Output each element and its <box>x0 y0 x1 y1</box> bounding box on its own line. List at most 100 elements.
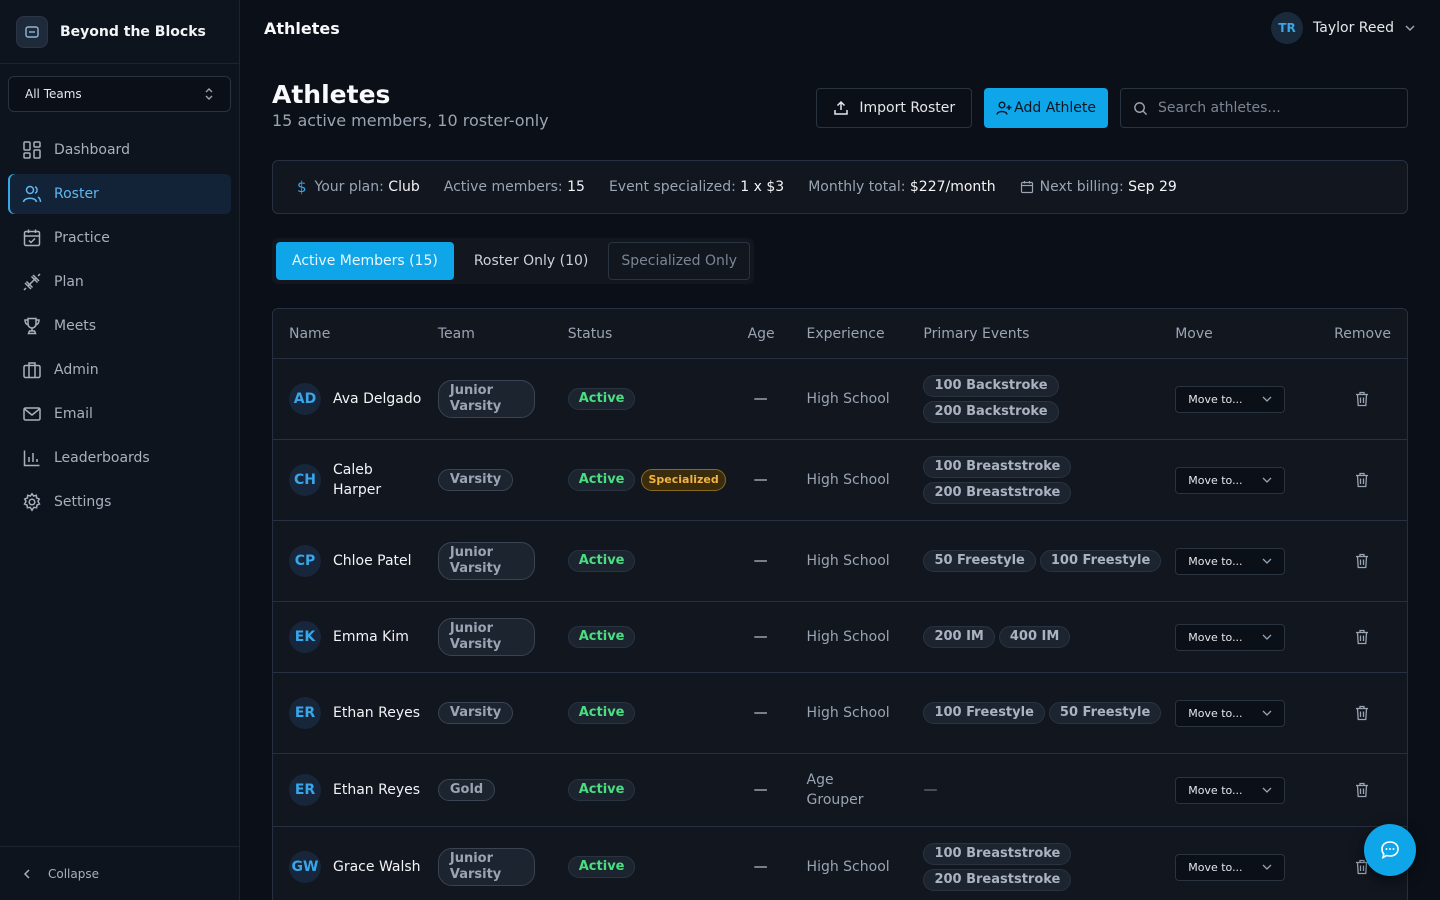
sidebar-item-label: Dashboard <box>54 142 130 158</box>
plan-label: Your plan: <box>314 179 384 195</box>
team-badge: Junior Varsity <box>437 542 535 580</box>
logo-icon <box>16 15 48 48</box>
trash-icon[interactable] <box>1355 705 1369 721</box>
header-status[interactable]: Status <box>568 326 748 342</box>
sidebar-item-settings[interactable]: Settings <box>8 482 231 522</box>
add-athlete-button[interactable]: Add Athlete <box>984 88 1108 128</box>
experience-value: High School <box>806 629 890 645</box>
plan-summary: $ Your plan: Club Active members: 15 Eve… <box>272 160 1408 214</box>
move-to-select[interactable]: Move to... <box>1175 547 1286 575</box>
table-row[interactable]: EK Emma Kim Junior Varsity Active — High… <box>273 602 1407 673</box>
member-tabs: Active Members (15) Roster Only (10) Spe… <box>272 238 755 284</box>
trophy-icon <box>24 317 40 335</box>
athlete-cell: CH Caleb Harper <box>273 460 438 500</box>
sidebar-item-meets[interactable]: Meets <box>8 306 231 346</box>
trash-icon[interactable] <box>1355 629 1369 645</box>
sidebar-item-leaderboards[interactable]: Leaderboards <box>8 438 231 478</box>
trash-icon[interactable] <box>1355 553 1369 569</box>
move-to-label: Move to... <box>1188 706 1243 720</box>
header-primary-events: Primary Events <box>923 325 1030 342</box>
chat-button[interactable] <box>1364 824 1416 876</box>
tab-roster-only[interactable]: Roster Only (10) <box>458 242 605 280</box>
move-to-select[interactable]: Move to... <box>1175 699 1286 727</box>
tab-active-members[interactable]: Active Members (15) <box>276 242 454 280</box>
sidebar-item-admin[interactable]: Admin <box>8 350 231 390</box>
table-row[interactable]: ER Ethan Reyes Varsity Active — High Sch… <box>273 673 1407 754</box>
sidebar-item-dashboard[interactable]: Dashboard <box>8 130 231 170</box>
sidebar-item-label: Meets <box>54 318 97 334</box>
collapse-button[interactable]: Collapse <box>0 846 239 900</box>
specialized-badge: Specialized <box>641 469 726 491</box>
age-value: — <box>753 859 768 875</box>
import-roster-button[interactable]: Import Roster <box>816 88 973 128</box>
move-to-select[interactable]: Move to... <box>1175 385 1286 413</box>
status-badge: Active <box>567 856 636 878</box>
chevron-down-icon <box>1262 710 1272 716</box>
team-badge: Gold <box>437 779 496 801</box>
sidebar-item-label: Roster <box>54 186 99 202</box>
topbar: Athletes TR Taylor Reed <box>240 0 1440 56</box>
event-chip: 100 Freestyle <box>1039 550 1162 572</box>
table-row[interactable]: ER Ethan Reyes Gold Active — Age Grouper… <box>273 754 1407 827</box>
move-to-select[interactable]: Move to... <box>1175 623 1286 651</box>
table-row[interactable]: CP Chloe Patel Junior Varsity Active — H… <box>273 521 1407 602</box>
athlete-name[interactable]: Grace Walsh <box>333 857 421 877</box>
brand[interactable]: Beyond the Blocks <box>0 0 239 64</box>
sidebar-item-roster[interactable]: Roster <box>8 174 231 214</box>
next-billing-value: Sep 29 <box>1128 179 1177 195</box>
age-value: — <box>753 472 768 488</box>
search-input[interactable]: Search athletes... <box>1120 88 1408 128</box>
sidebar-item-practice[interactable]: Practice <box>8 218 231 258</box>
page-actions: Import Roster Add Athlete Search athlete… <box>816 88 1408 128</box>
table-row[interactable]: GW Grace Walsh Junior Varsity Active — H… <box>273 827 1407 900</box>
move-to-select[interactable]: Move to... <box>1175 466 1286 494</box>
app-name: Beyond the Blocks <box>60 23 206 40</box>
plan-item-active: Active members: 15 <box>444 179 585 195</box>
athlete-name[interactable]: Ethan Reyes <box>333 780 420 800</box>
header-team[interactable]: Team <box>438 326 568 342</box>
athlete-name[interactable]: Ethan Reyes <box>333 703 420 723</box>
user-name: Taylor Reed <box>1313 20 1394 36</box>
move-to-select[interactable]: Move to... <box>1175 853 1286 881</box>
athlete-name[interactable]: Ava Delgado <box>333 389 421 409</box>
status-badge: Active <box>567 702 636 724</box>
sidebar-item-label: Leaderboards <box>54 450 150 466</box>
experience-value: High School <box>806 705 890 721</box>
experience-value: High School <box>806 391 890 407</box>
athlete-name[interactable]: Caleb Harper <box>333 460 403 500</box>
header-age[interactable]: Age <box>748 326 807 342</box>
events-cell: 100 Backstroke 200 Backstroke <box>923 375 1175 423</box>
sidebar-item-email[interactable]: Email <box>8 394 231 434</box>
trash-icon[interactable] <box>1355 782 1369 798</box>
user-menu[interactable]: TR Taylor Reed <box>1271 12 1416 44</box>
event-chip: 200 IM <box>923 626 995 648</box>
status-badge: Active <box>567 388 636 410</box>
team-select[interactable]: All Teams <box>8 76 231 112</box>
athlete-name[interactable]: Chloe Patel <box>333 551 412 571</box>
header-experience[interactable]: Experience <box>807 326 924 342</box>
event-chip: 100 Breaststroke <box>923 843 1072 865</box>
status-badge: Active <box>567 550 636 572</box>
trash-icon[interactable] <box>1355 391 1369 407</box>
event-chip: 400 IM <box>998 626 1071 648</box>
sidebar-item-label: Settings <box>54 494 112 510</box>
team-badge: Junior Varsity <box>437 380 535 418</box>
dashboard-icon <box>23 141 41 159</box>
dumbbell-icon <box>23 273 41 291</box>
move-to-select[interactable]: Move to... <box>1175 776 1286 804</box>
active-members-label: Active members: <box>443 179 563 195</box>
header-name[interactable]: Name <box>273 326 438 342</box>
header-move: Move <box>1175 325 1213 342</box>
table-row[interactable]: AD Ava Delgado Junior Varsity Active — H… <box>273 359 1407 440</box>
event-chip: 200 Breaststroke <box>923 869 1072 891</box>
sidebar-item-plan[interactable]: Plan <box>8 262 231 302</box>
chevron-down-icon <box>1262 558 1272 564</box>
athlete-name[interactable]: Emma Kim <box>333 627 409 647</box>
monthly-total-label: Monthly total: <box>808 179 906 195</box>
plan-item-billing: Next billing: Sep 29 <box>1020 179 1177 195</box>
status-badge: Active <box>567 779 636 801</box>
event-chip: 200 Backstroke <box>923 401 1059 423</box>
table-row[interactable]: CH Caleb Harper Varsity Active Specializ… <box>273 440 1407 521</box>
trash-icon[interactable] <box>1355 472 1369 488</box>
tab-specialized-only[interactable]: Specialized Only <box>608 242 751 280</box>
